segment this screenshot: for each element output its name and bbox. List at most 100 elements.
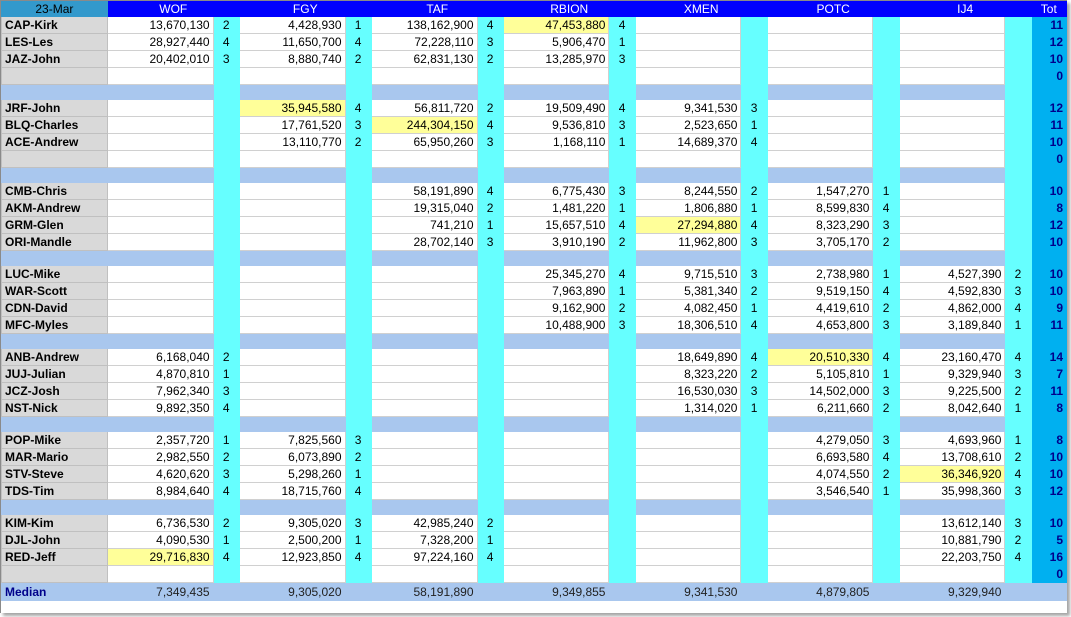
player-name-cell[interactable]: JRF-John <box>1 99 108 117</box>
count-cell[interactable] <box>1004 50 1032 68</box>
value-cell[interactable]: 58,191,890 <box>370 182 478 200</box>
count-cell[interactable] <box>740 33 768 51</box>
count-cell[interactable]: 2 <box>212 514 240 532</box>
count-cell[interactable] <box>740 482 768 500</box>
value-cell[interactable]: 72,228,110 <box>370 33 478 51</box>
player-name-cell[interactable]: STV-Steve <box>1 465 108 483</box>
value-cell[interactable]: 28,927,440 <box>106 33 214 51</box>
value-cell[interactable] <box>370 431 478 449</box>
value-cell[interactable]: 4,693,960 <box>898 431 1006 449</box>
value-cell[interactable] <box>502 150 610 168</box>
value-cell[interactable] <box>238 365 346 383</box>
count-cell[interactable]: 3 <box>1004 365 1032 383</box>
count-cell[interactable] <box>1004 67 1032 85</box>
total-cell[interactable]: 0 <box>1030 150 1068 168</box>
count-cell[interactable]: 4 <box>344 99 372 117</box>
count-cell[interactable] <box>344 365 372 383</box>
count-cell[interactable] <box>872 531 900 549</box>
count-cell[interactable] <box>476 448 504 466</box>
total-cell[interactable]: 12 <box>1030 216 1068 234</box>
value-cell[interactable] <box>370 348 478 366</box>
count-cell[interactable] <box>608 531 636 549</box>
value-cell[interactable] <box>502 399 610 417</box>
value-cell[interactable]: 14,689,370 <box>634 133 742 151</box>
value-cell[interactable] <box>766 16 874 34</box>
count-cell[interactable] <box>740 16 768 34</box>
value-cell[interactable]: 20,402,010 <box>106 50 214 68</box>
count-cell[interactable]: 4 <box>476 16 504 34</box>
median-value[interactable]: 9,341,530 <box>634 582 742 601</box>
count-cell[interactable]: 4 <box>608 16 636 34</box>
value-cell[interactable] <box>766 150 874 168</box>
count-cell[interactable] <box>212 233 240 251</box>
value-cell[interactable]: 7,825,560 <box>238 431 346 449</box>
count-cell[interactable]: 3 <box>740 233 768 251</box>
count-cell[interactable]: 2 <box>476 50 504 68</box>
player-name-cell[interactable]: ACE-Andrew <box>1 133 108 151</box>
count-cell[interactable] <box>1004 233 1032 251</box>
value-cell[interactable]: 17,761,520 <box>238 116 346 134</box>
count-cell[interactable] <box>344 182 372 200</box>
value-cell[interactable] <box>898 16 1006 34</box>
value-cell[interactable] <box>634 482 742 500</box>
value-cell[interactable] <box>766 133 874 151</box>
value-cell[interactable] <box>106 133 214 151</box>
median-value[interactable]: 7,349,435 <box>106 582 214 601</box>
value-cell[interactable] <box>502 465 610 483</box>
value-cell[interactable]: 2,500,200 <box>238 531 346 549</box>
total-cell[interactable]: 10 <box>1030 133 1068 151</box>
value-cell[interactable]: 7,328,200 <box>370 531 478 549</box>
count-cell[interactable] <box>344 399 372 417</box>
value-cell[interactable] <box>238 348 346 366</box>
count-cell[interactable]: 1 <box>1004 431 1032 449</box>
value-cell[interactable] <box>370 565 478 583</box>
count-cell[interactable] <box>872 514 900 532</box>
player-name-cell[interactable] <box>1 67 108 85</box>
count-cell[interactable]: 1 <box>1004 399 1032 417</box>
player-name-cell[interactable]: RED-Jeff <box>1 548 108 566</box>
total-cell[interactable]: 11 <box>1030 116 1068 134</box>
count-cell[interactable] <box>212 99 240 117</box>
count-cell[interactable] <box>476 482 504 500</box>
value-cell[interactable]: 3,910,190 <box>502 233 610 251</box>
count-cell[interactable]: 2 <box>212 448 240 466</box>
value-cell[interactable] <box>106 199 214 217</box>
column-header-rbion[interactable]: RBION <box>502 1 636 17</box>
value-cell[interactable] <box>106 299 214 317</box>
count-cell[interactable] <box>608 399 636 417</box>
value-cell[interactable]: 19,509,490 <box>502 99 610 117</box>
value-cell[interactable]: 1,168,110 <box>502 133 610 151</box>
count-cell[interactable]: 1 <box>476 216 504 234</box>
value-cell[interactable] <box>502 348 610 366</box>
value-cell[interactable] <box>238 182 346 200</box>
value-cell[interactable]: 8,323,220 <box>634 365 742 383</box>
total-cell[interactable]: 11 <box>1030 316 1068 334</box>
total-cell[interactable]: 8 <box>1030 199 1068 217</box>
value-cell[interactable] <box>106 182 214 200</box>
count-cell[interactable]: 3 <box>608 182 636 200</box>
count-cell[interactable]: 2 <box>1004 382 1032 400</box>
count-cell[interactable]: 1 <box>872 482 900 500</box>
count-cell[interactable]: 3 <box>212 50 240 68</box>
count-cell[interactable] <box>344 565 372 583</box>
total-cell[interactable]: 11 <box>1030 16 1068 34</box>
count-cell[interactable] <box>1004 16 1032 34</box>
median-value[interactable]: 9,305,020 <box>238 582 346 601</box>
value-cell[interactable] <box>238 565 346 583</box>
count-cell[interactable] <box>476 565 504 583</box>
count-cell[interactable] <box>1004 133 1032 151</box>
count-cell[interactable]: 4 <box>212 548 240 566</box>
count-cell[interactable]: 4 <box>212 399 240 417</box>
value-cell[interactable]: 13,110,770 <box>238 133 346 151</box>
value-cell[interactable] <box>502 548 610 566</box>
median-value[interactable]: 58,191,890 <box>370 582 478 601</box>
player-name-cell[interactable] <box>1 565 108 583</box>
value-cell[interactable]: 6,775,430 <box>502 182 610 200</box>
player-name-cell[interactable]: CAP-Kirk <box>1 16 108 34</box>
count-cell[interactable] <box>344 233 372 251</box>
value-cell[interactable] <box>502 531 610 549</box>
count-cell[interactable]: 3 <box>740 382 768 400</box>
count-cell[interactable] <box>740 448 768 466</box>
count-cell[interactable]: 3 <box>344 514 372 532</box>
count-cell[interactable]: 3 <box>872 316 900 334</box>
